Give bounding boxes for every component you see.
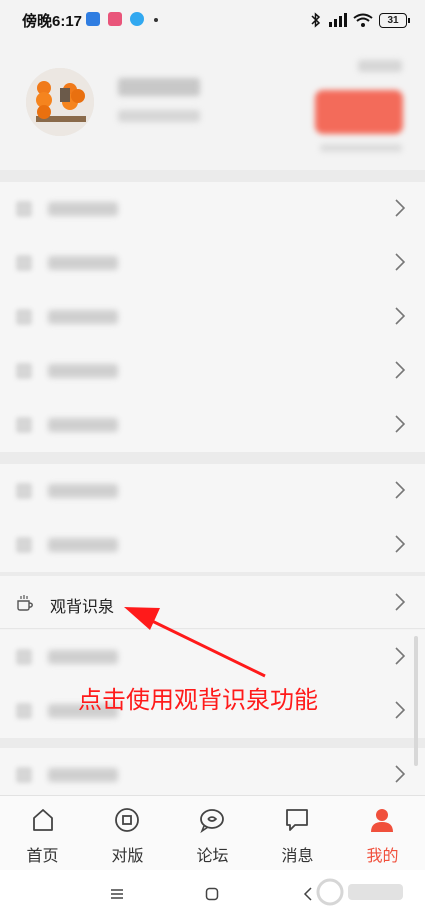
annotation-text: 点击使用观背识泉功能 <box>78 686 318 714</box>
watermark-logo <box>316 878 403 906</box>
annotation-arrow <box>124 607 266 678</box>
tab-duiban[interactable]: 对版 <box>85 796 170 871</box>
tab-label: 我的 <box>366 848 399 865</box>
tab-forum[interactable]: 论坛 <box>170 796 255 871</box>
user-icon <box>371 809 393 832</box>
bottom-tab-bar: 首页 对版 论坛 消息 我的 <box>0 795 425 871</box>
tab-me[interactable]: 我的 <box>340 796 425 871</box>
home-icon <box>33 809 53 831</box>
home-nav-icon[interactable] <box>205 887 219 901</box>
tab-label: 首页 <box>26 848 59 865</box>
tab-label: 论坛 <box>196 848 229 865</box>
message-icon <box>286 809 308 831</box>
tab-label: 消息 <box>281 848 314 865</box>
tab-messages[interactable]: 消息 <box>255 796 340 871</box>
tab-home[interactable]: 首页 <box>0 796 85 871</box>
forum-icon <box>200 809 224 834</box>
coin-icon <box>115 808 139 832</box>
tab-label: 对版 <box>111 848 144 865</box>
menu-icon[interactable] <box>110 888 124 900</box>
